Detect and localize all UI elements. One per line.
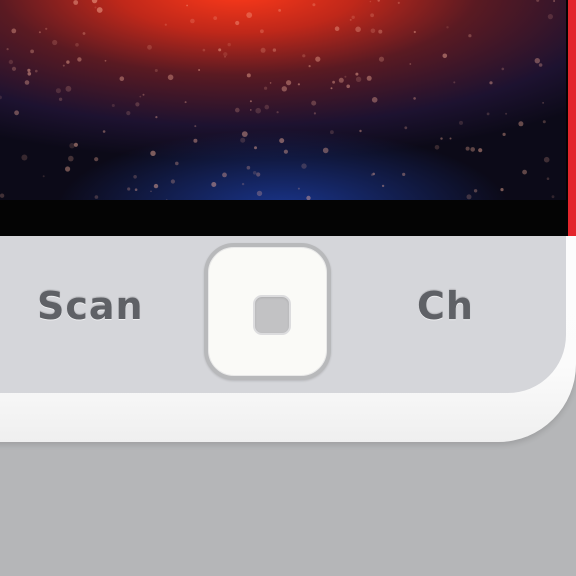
home-button[interactable] xyxy=(204,243,331,380)
home-button-icon xyxy=(253,295,291,335)
channel-button[interactable]: Ch xyxy=(417,284,474,328)
device-view: Scan Ch xyxy=(0,0,576,576)
scan-button[interactable]: Scan xyxy=(37,284,144,328)
screen-wallpaper xyxy=(0,0,566,200)
